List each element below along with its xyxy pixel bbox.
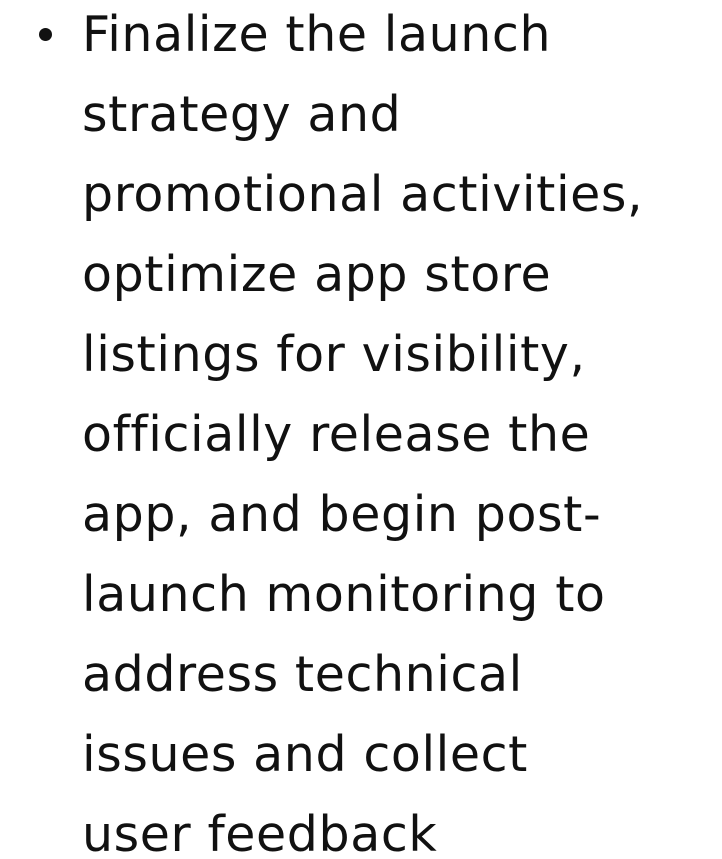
document-page: Finalize the launch strategy and promoti… xyxy=(0,0,722,859)
bullet-line: user feedback xyxy=(82,806,438,859)
bullet-dot-icon xyxy=(39,28,52,41)
bullet-line: optimize app store xyxy=(82,246,552,303)
bullet-line: listings for visibility, xyxy=(82,326,586,383)
bullet-line: launch monitoring to xyxy=(82,566,606,623)
bullet-line: officially release the xyxy=(82,406,591,463)
bullet-line: strategy and xyxy=(82,86,402,143)
bullet-line: promotional activities, xyxy=(82,166,644,223)
bullet-line: address technical xyxy=(82,646,523,703)
bullet-line: app, and begin post- xyxy=(82,486,602,543)
bullet-line: issues and collect xyxy=(82,726,528,783)
bullet-text: Finalize the launch strategy and promoti… xyxy=(82,0,722,859)
bullet-line: Finalize the launch xyxy=(82,6,552,63)
